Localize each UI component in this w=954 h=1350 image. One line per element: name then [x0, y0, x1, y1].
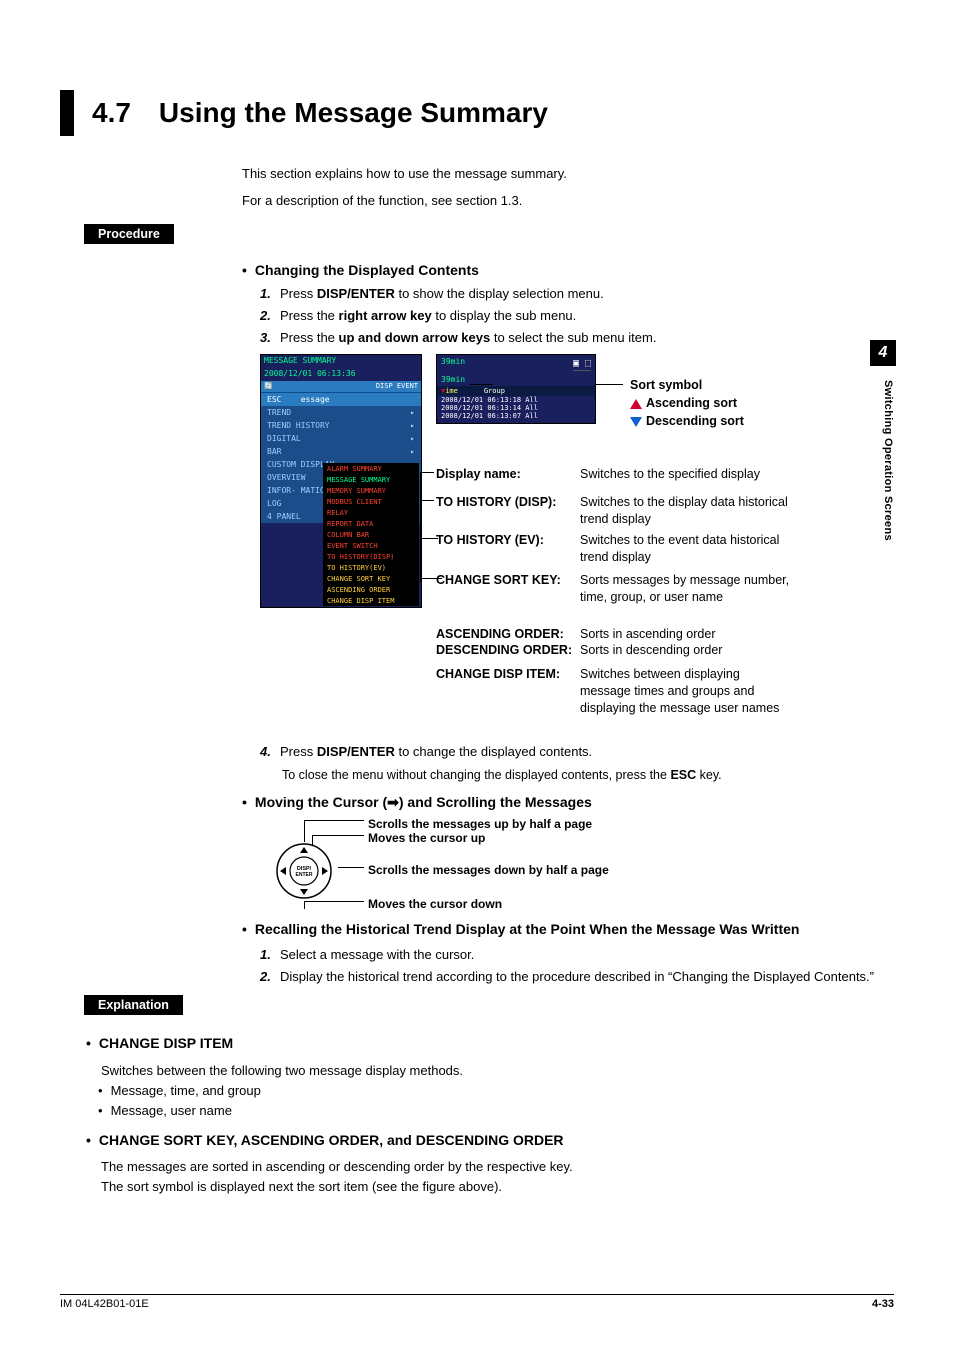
callout-name: TO HISTORY (DISP):	[436, 494, 556, 511]
sub-menu-item: ASCENDING ORDER	[323, 584, 419, 595]
step-number: 1.	[260, 945, 280, 965]
sub-menu-item: MESSAGE SUMMARY	[323, 474, 419, 485]
sub-menu-item: MODBUS CLIENT	[323, 496, 419, 507]
main-menu-item: DIGITAL▸	[261, 432, 421, 445]
recall-step-1: 1. Select a message with the cursor.	[260, 945, 894, 965]
procedure-label: Procedure	[84, 224, 174, 244]
procedure-content: Changing the Displayed Contents 1. Press…	[242, 262, 894, 988]
page-title-row: 4.7 Using the Message Summary	[60, 90, 894, 136]
heading-change-disp-item: CHANGE DISP ITEM	[86, 1033, 894, 1055]
callout-name: ASCENDING ORDER:	[436, 626, 564, 643]
callout-name: TO HISTORY (EV):	[436, 532, 544, 549]
main-menu-item: TREND▸	[261, 406, 421, 419]
title-bar	[60, 90, 74, 136]
cdi-opt-a: Message, time, and group	[98, 1081, 894, 1101]
csk-text-b: The sort symbol is displayed next the so…	[101, 1177, 894, 1197]
callout-desc: Switches to the display data historical …	[580, 494, 790, 528]
explanation-label: Explanation	[84, 995, 183, 1015]
sub-menu-item: CHANGE SORT KEY	[323, 573, 419, 584]
dpad-icon: DISP/ ENTER	[276, 843, 332, 899]
step-2: 2. Press the right arrow key to display …	[260, 306, 894, 326]
screenshot-main-menu: MESSAGE SUMMARY 2008/12/01 06:13:36 🔄DIS…	[260, 354, 422, 608]
step-number: 2.	[260, 967, 280, 987]
doc-id: IM 04L42B01-01E	[60, 1298, 149, 1310]
sub-menu-item: EVENT SWITCH	[323, 540, 419, 551]
sub-menu-item: ALARM SUMMARY	[323, 463, 419, 474]
csk-text-a: The messages are sorted in ascending or …	[101, 1157, 894, 1177]
callout-name: CHANGE SORT KEY:	[436, 572, 561, 589]
callout-desc: Sorts in descending order	[580, 642, 790, 659]
explanation-content: CHANGE DISP ITEM Switches between the fo…	[86, 1033, 894, 1197]
heading-moving: Moving the Cursor (➡) and Scrolling the …	[242, 794, 894, 811]
step-4-note: To close the menu without changing the d…	[282, 766, 894, 785]
callout-name: DESCENDING ORDER:	[436, 642, 572, 659]
sub-menu-item: COLUMN BAR	[323, 529, 419, 540]
main-menu-item: BAR▸	[261, 445, 421, 458]
step-1: 1. Press DISP/ENTER to show the display …	[260, 284, 894, 304]
sub-menu-item: RELAY	[323, 507, 419, 518]
heading-recalling: Recalling the Historical Trend Display a…	[242, 920, 894, 940]
heading-change-sort-key: CHANGE SORT KEY, ASCENDING ORDER, and DE…	[86, 1130, 894, 1152]
sub-menu-item: MEMORY SUMMARY	[323, 485, 419, 496]
page-number: 4-33	[872, 1298, 894, 1310]
step-3: 3. Press the up and down arrow keys to s…	[260, 328, 894, 348]
heading-changing: Changing the Displayed Contents	[242, 262, 894, 278]
intro-line-1: This section explains how to use the mes…	[242, 164, 894, 185]
callout-name: CHANGE DISP ITEM:	[436, 666, 560, 683]
callout-desc: Sorts messages by message number, time, …	[580, 572, 790, 606]
recall-step-2: 2. Display the historical trend accordin…	[260, 967, 894, 987]
step-4: 4. Press DISP/ENTER to change the displa…	[260, 742, 894, 762]
intro-line-2: For a description of the function, see s…	[242, 191, 894, 212]
screenshot-sub-menu: ALARM SUMMARYMESSAGE SUMMARYMEMORY SUMMA…	[323, 463, 419, 606]
callout-desc: Switches to the event data historical tr…	[580, 532, 790, 566]
page-footer: IM 04L42B01-01E 4-33	[60, 1294, 894, 1310]
step-number: 2.	[260, 306, 280, 326]
sub-menu-item: TO HISTORY(EV)	[323, 562, 419, 573]
menu-diagram: MESSAGE SUMMARY 2008/12/01 06:13:36 🔄DIS…	[260, 354, 900, 664]
dpad-diagram: Scrolls the messages up by half a page M…	[260, 817, 740, 912]
triangle-down-icon	[630, 417, 642, 427]
cdi-text: Switches between the following two messa…	[101, 1061, 894, 1081]
sub-menu-item: REPORT DATA	[323, 518, 419, 529]
triangle-up-icon	[630, 399, 642, 409]
summary-row: 2008/12/01 06:13:18 All	[437, 396, 595, 404]
callout-name: Display name:	[436, 466, 521, 483]
callout-desc: Switches between displaying message time…	[580, 666, 790, 717]
header-icons: ▣ ⬚	[573, 357, 591, 371]
page-title: 4.7 Using the Message Summary	[92, 97, 548, 129]
cdi-opt-b: Message, user name	[98, 1101, 894, 1121]
step-number: 4.	[260, 742, 280, 762]
sub-menu-item: TO HISTORY(DISP)	[323, 551, 419, 562]
callout-desc: Switches to the specified display	[580, 466, 790, 483]
screenshot-summary-header: 39min▣ ⬚ 39min ▼imeGroup 2008/12/01 06:1…	[436, 354, 596, 424]
main-menu-item: TREND HISTORY▸	[261, 419, 421, 432]
disp-icon: 🔄	[264, 383, 273, 391]
summary-row: 2008/12/01 06:13:07 All	[437, 412, 595, 420]
step-number: 3.	[260, 328, 280, 348]
sort-symbol-legend: Sort symbol Ascending sort Descending so…	[630, 376, 744, 430]
svg-text:ENTER: ENTER	[296, 872, 313, 878]
sub-menu-item: CHANGE DISP ITEM	[323, 595, 419, 606]
step-number: 1.	[260, 284, 280, 304]
summary-row: 2008/12/01 06:13:14 All	[437, 404, 595, 412]
callout-desc: Sorts in ascending order	[580, 626, 790, 643]
